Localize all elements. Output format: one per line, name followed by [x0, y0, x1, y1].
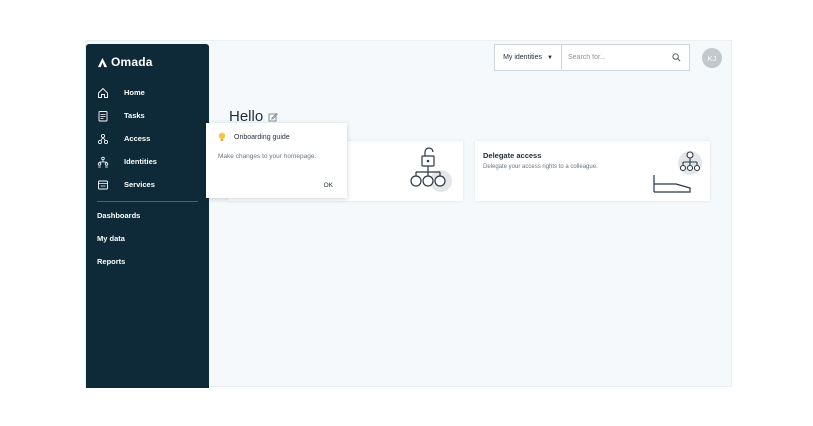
sidebar-item-label: Dashboards: [97, 211, 141, 220]
scope-select[interactable]: My identities ▼: [495, 45, 562, 70]
scope-select-value: My identities: [503, 54, 542, 61]
sidebar-item-label: Tasks: [124, 111, 145, 120]
unlock-hierarchy-icon: [410, 147, 452, 192]
sidebar-item-home[interactable]: Home: [86, 81, 209, 104]
sidebar-item-label: Access: [124, 134, 151, 143]
card-description: Delegate your access rights to a colleag…: [483, 164, 598, 170]
sidebar-item-my-data[interactable]: My data: [86, 227, 209, 250]
search-icon: [671, 53, 680, 62]
sidebar-item-services[interactable]: Services: [86, 173, 209, 196]
ok-button[interactable]: OK: [324, 182, 333, 189]
omada-logo-icon: [97, 57, 108, 67]
sidebar: Omada Home Tasks Access Identities Servi…: [86, 44, 209, 388]
sidebar-item-dashboards[interactable]: Dashboards: [86, 204, 209, 227]
app-window: Omada Home Tasks Access Identities Servi…: [85, 40, 732, 388]
sidebar-item-label: Reports: [97, 257, 126, 266]
sidebar-item-access[interactable]: Access: [86, 127, 209, 150]
identities-icon: [97, 156, 109, 168]
popover-header: Onboarding guide: [218, 132, 290, 142]
popover-title: Onboarding guide: [234, 133, 290, 141]
avatar[interactable]: KJ: [702, 48, 722, 68]
sidebar-item-identities[interactable]: Identities: [86, 150, 209, 173]
brand-logo[interactable]: Omada: [97, 55, 153, 69]
caret-down-icon: ▼: [546, 54, 553, 61]
sidebar-secondary-nav: Dashboards My data Reports: [86, 204, 209, 273]
sidebar-item-label: Identities: [124, 157, 157, 166]
delegate-hierarchy-icon: [653, 151, 702, 193]
brand-name: Omada: [111, 55, 153, 69]
search-button[interactable]: [668, 45, 684, 70]
sidebar-nav: Home Tasks Access Identities Services Da…: [86, 81, 209, 273]
sidebar-item-label: My data: [97, 234, 125, 243]
search-input[interactable]: [562, 45, 668, 70]
search-bar: My identities ▼: [494, 44, 690, 71]
services-icon: [97, 179, 109, 191]
sidebar-item-tasks[interactable]: Tasks: [86, 104, 209, 127]
access-icon: [97, 133, 109, 145]
sidebar-divider: [97, 201, 198, 202]
lightbulb-icon: [218, 132, 226, 141]
card-title: Delegate access: [483, 151, 542, 160]
home-icon: [97, 87, 109, 99]
tasks-icon: [97, 110, 109, 122]
popover-body: Make changes to your homepage.: [218, 153, 317, 160]
onboarding-popover: Onboarding guide Make changes to your ho…: [206, 123, 347, 198]
edit-icon[interactable]: [268, 112, 278, 122]
sidebar-item-label: Home: [124, 88, 145, 97]
card-delegate-access[interactable]: Delegate access Delegate your access rig…: [475, 141, 710, 201]
sidebar-item-reports[interactable]: Reports: [86, 250, 209, 273]
sidebar-item-label: Services: [124, 180, 155, 189]
